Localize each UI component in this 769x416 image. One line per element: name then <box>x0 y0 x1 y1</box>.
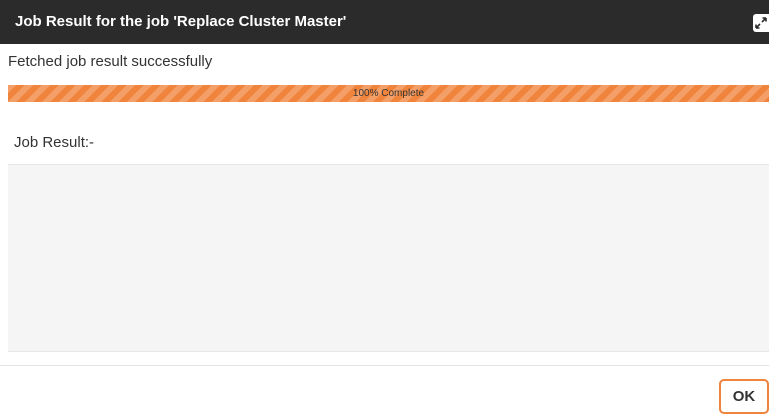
dialog-title: Job Result for the job 'Replace Cluster … <box>15 13 347 30</box>
result-label: Job Result:- <box>14 134 95 151</box>
result-output-area[interactable] <box>8 164 769 352</box>
footer-divider <box>0 365 769 366</box>
status-message: Fetched job result successfully <box>8 53 213 70</box>
expand-icon[interactable] <box>753 14 769 32</box>
expand-arrows-icon <box>755 17 767 29</box>
result-panel: Job Result:- <box>8 112 769 352</box>
progress-bar: 100% Complete <box>8 85 769 102</box>
progress-label: 100% Complete <box>352 88 425 99</box>
dialog-titlebar: Job Result for the job 'Replace Cluster … <box>0 0 769 44</box>
job-result-dialog: Job Result for the job 'Replace Cluster … <box>0 0 769 416</box>
ok-button[interactable]: OK <box>719 379 769 414</box>
